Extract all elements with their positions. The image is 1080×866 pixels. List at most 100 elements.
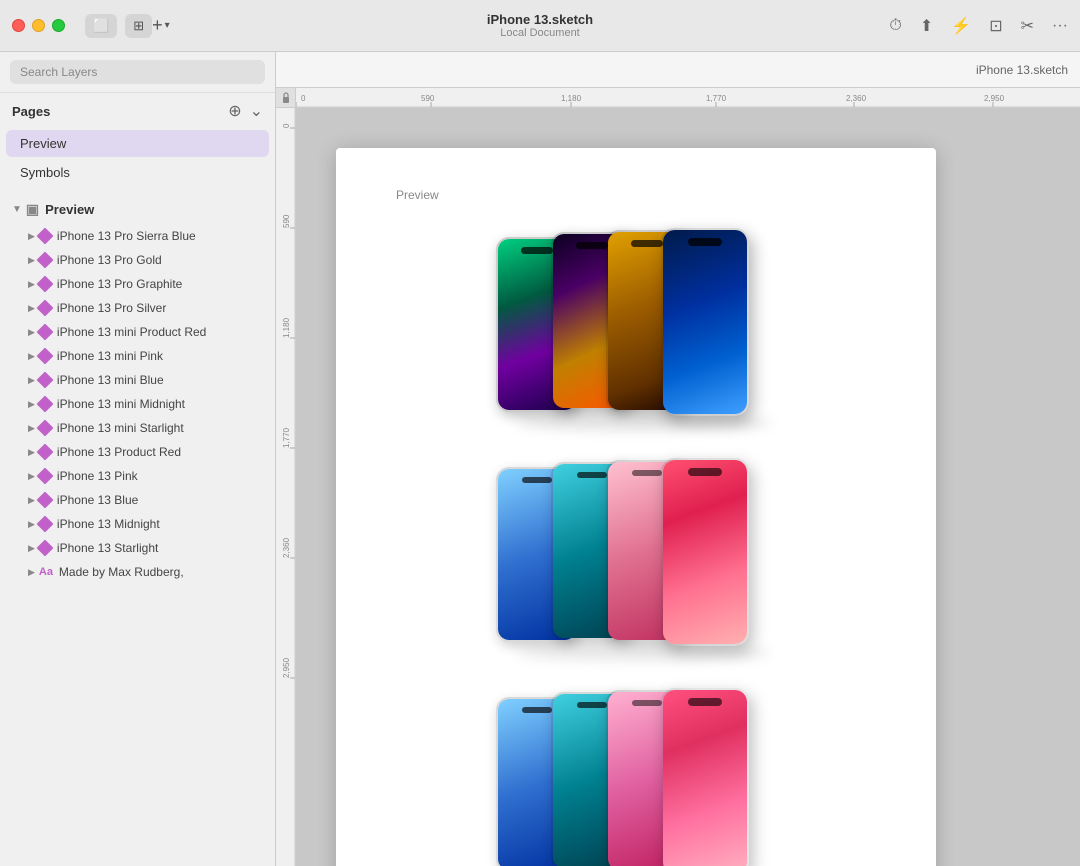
symbol-icon	[36, 300, 53, 317]
layer-label: iPhone 13 mini Pink	[57, 349, 163, 363]
add-page-icon[interactable]: ⊕	[228, 101, 241, 121]
filter-icon[interactable]: ⚡	[951, 16, 971, 36]
layer-label: iPhone 13 Midnight	[57, 517, 160, 531]
page-item-symbols[interactable]: Symbols	[6, 159, 269, 186]
frame-label: Preview	[396, 188, 876, 202]
grid-view-button[interactable]: ⊞	[125, 14, 152, 38]
layer-group-preview[interactable]: ▼ ▣ Preview	[0, 195, 275, 224]
layers-section: ▼ ▣ Preview ▶ iPhone 13 Pro Sierra Blue …	[0, 187, 275, 866]
expand-icon: ▶	[28, 279, 35, 290]
scissors-icon[interactable]: ✂	[1021, 16, 1034, 36]
svg-text:0: 0	[282, 123, 291, 128]
expand-icon: ▶	[28, 447, 35, 458]
expand-icon: ▶	[28, 255, 35, 266]
layer-item-3[interactable]: ▶ iPhone 13 Pro Silver	[0, 296, 275, 320]
document-subtitle: Local Document	[500, 27, 580, 39]
layer-item-1[interactable]: ▶ iPhone 13 Pro Gold	[0, 248, 275, 272]
svg-text:1,770: 1,770	[282, 427, 291, 448]
pages-title: Pages	[12, 104, 50, 119]
symbol-icon	[36, 372, 53, 389]
titlebar-left-icons: ⬜ ⊞	[85, 14, 152, 38]
svg-text:2,950: 2,950	[282, 657, 291, 678]
layer-label: iPhone 13 Pink	[57, 469, 138, 483]
symbol-icon	[36, 468, 53, 485]
layer-label: iPhone 13 mini Blue	[57, 373, 164, 387]
artboard-frame: Preview	[336, 148, 936, 866]
layer-item-5[interactable]: ▶ iPhone 13 mini Pink	[0, 344, 275, 368]
expand-icon: ▶	[28, 423, 35, 434]
symbol-icon	[36, 228, 53, 245]
layer-item-2[interactable]: ▶ iPhone 13 Pro Graphite	[0, 272, 275, 296]
layer-item-13[interactable]: ▶ iPhone 13 Starlight	[0, 536, 275, 560]
export-icon[interactable]: ⬆	[920, 16, 933, 36]
window-controls	[12, 19, 65, 32]
ruler-corner	[276, 88, 296, 108]
layer-label: iPhone 13 Product Red	[57, 445, 181, 459]
plus-icon: +	[152, 15, 163, 36]
phone-group-standard	[496, 682, 776, 866]
layer-item-0[interactable]: ▶ iPhone 13 Pro Sierra Blue	[0, 224, 275, 248]
phone-group-mini	[496, 452, 776, 652]
maximize-button[interactable]	[52, 19, 65, 32]
lock-icon	[280, 92, 292, 104]
expand-icon: ▶	[28, 303, 35, 314]
layer-item-4[interactable]: ▶ iPhone 13 mini Product Red	[0, 320, 275, 344]
expand-icon: ▶	[28, 399, 35, 410]
svg-text:2,360: 2,360	[846, 94, 867, 103]
titlebar-center: iPhone 13.sketch Local Document	[487, 12, 593, 39]
layer-item-11[interactable]: ▶ iPhone 13 Blue	[0, 488, 275, 512]
symbol-icon	[36, 444, 53, 461]
text-icon: Aa	[39, 566, 53, 578]
layer-item-9[interactable]: ▶ iPhone 13 Product Red	[0, 440, 275, 464]
ruler-h-svg: 0 590 1,180 1,770 2,360 2,950 3,54	[296, 88, 1080, 107]
canvas-viewport[interactable]: Preview	[296, 108, 1080, 866]
iphone-mini-4	[661, 458, 749, 646]
expand-icon: ▶	[28, 567, 35, 578]
svg-text:2,360: 2,360	[282, 537, 291, 558]
expand-icon: ▶	[28, 495, 35, 506]
component-icon[interactable]: ⊡	[989, 16, 1002, 36]
more-icon[interactable]: ···	[1052, 17, 1068, 35]
iphone-pro-4	[661, 228, 749, 416]
symbol-icon	[36, 516, 53, 533]
search-input[interactable]	[10, 60, 265, 84]
expand-icon: ▶	[28, 471, 35, 482]
layer-item-14[interactable]: ▶ Aa Made by Max Rudberg,	[0, 560, 275, 584]
symbol-icon	[36, 396, 53, 413]
cloud-icon[interactable]: ⏱	[889, 17, 901, 35]
expand-icon: ▶	[28, 327, 35, 338]
minimize-button[interactable]	[32, 19, 45, 32]
sidebar-toggle-button[interactable]: ⬜	[85, 14, 117, 38]
phone-group-pro	[496, 222, 776, 422]
layer-item-12[interactable]: ▶ iPhone 13 Midnight	[0, 512, 275, 536]
symbol-icon	[36, 276, 53, 293]
symbol-icon	[36, 252, 53, 269]
artboard-icon: ▣	[26, 201, 39, 218]
right-panel: iPhone 13.sketch 0 5	[276, 52, 1080, 866]
layer-label: iPhone 13 Pro Silver	[57, 301, 166, 315]
iphone-13-4	[661, 688, 749, 866]
layer-item-6[interactable]: ▶ iPhone 13 mini Blue	[0, 368, 275, 392]
svg-text:1,180: 1,180	[561, 94, 582, 103]
layer-label: Made by Max Rudberg,	[59, 565, 184, 579]
expand-icon: ▶	[28, 351, 35, 362]
canvas-area: 0 590 1,180 1,770 2,360 2,950 3,54	[276, 88, 1080, 866]
expand-icon: ▶	[28, 231, 35, 242]
svg-text:590: 590	[282, 214, 291, 228]
expand-icon: ▶	[28, 519, 35, 530]
group-chevron-icon: ▼	[12, 204, 22, 215]
canvas-content: Preview	[296, 108, 1080, 866]
layer-item-10[interactable]: ▶ iPhone 13 Pink	[0, 464, 275, 488]
layer-item-8[interactable]: ▶ iPhone 13 mini Starlight	[0, 416, 275, 440]
layer-label: iPhone 13 Pro Sierra Blue	[57, 229, 196, 243]
expand-icon: ▶	[28, 375, 35, 386]
close-button[interactable]	[12, 19, 25, 32]
horizontal-ruler: 0 590 1,180 1,770 2,360 2,950 3,54	[296, 88, 1080, 108]
svg-text:1,180: 1,180	[282, 317, 291, 338]
add-button[interactable]: + ▾	[152, 15, 170, 36]
pages-expand-icon[interactable]: ⌄	[250, 101, 263, 121]
secondary-toolbar: iPhone 13.sketch	[276, 52, 1080, 88]
doc-name-label: iPhone 13.sketch	[976, 63, 1068, 77]
page-item-preview[interactable]: Preview	[6, 130, 269, 157]
layer-item-7[interactable]: ▶ iPhone 13 mini Midnight	[0, 392, 275, 416]
